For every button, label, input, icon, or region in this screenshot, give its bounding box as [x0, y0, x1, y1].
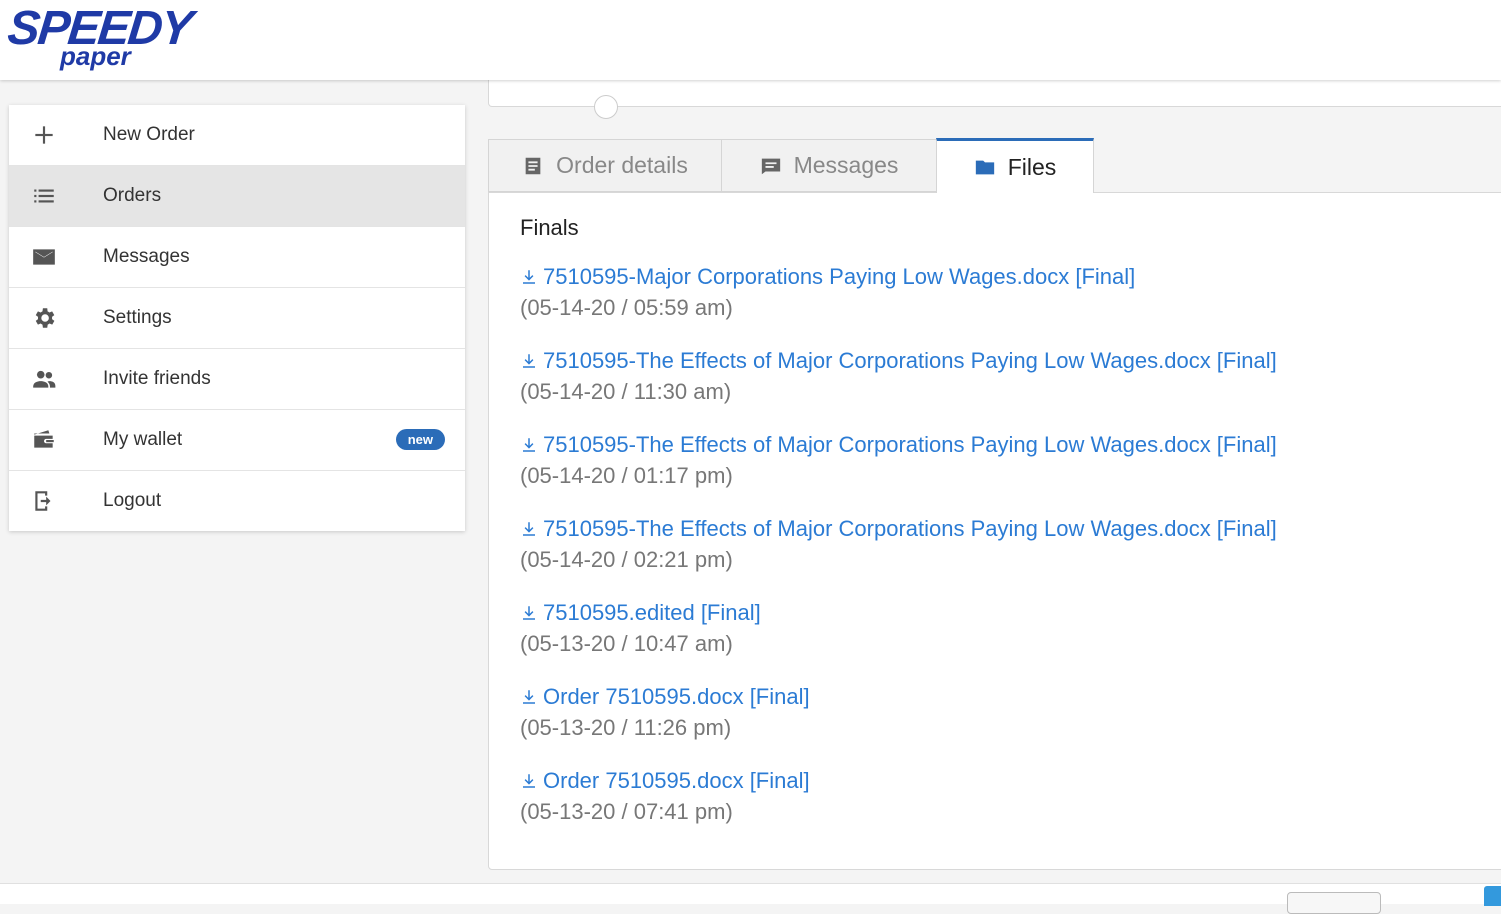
sidebar-item-logout[interactable]: Logout — [9, 471, 465, 531]
tab-label: Messages — [793, 152, 899, 178]
file-date: (05-13-20 / 07:41 pm) — [520, 799, 733, 824]
file-name: 7510595.edited [Final] — [543, 600, 761, 625]
download-icon — [523, 270, 535, 284]
file-name: 7510595-The Effects of Major Corporation… — [543, 348, 1277, 373]
file-date: (05-14-20 / 11:30 am) — [520, 379, 732, 404]
sidebar-item-label: Logout — [103, 490, 162, 511]
file-list: 7510595-Major Corporations Paying Low Wa… — [520, 263, 1480, 851]
sidebar-item-label: Invite friends — [103, 368, 211, 389]
download-icon — [523, 522, 535, 536]
file-download-link[interactable]: Order 7510595.docx [Final] — [520, 683, 1480, 711]
envelope-icon — [9, 244, 79, 270]
download-icon — [523, 606, 535, 620]
file-name: 7510595-The Effects of Major Corporation… — [543, 516, 1277, 541]
file-download-link[interactable]: Order 7510595.docx [Final] — [520, 767, 1480, 795]
folder-icon — [975, 160, 994, 175]
list-item: 7510595-The Effects of Major Corporation… — [520, 347, 1480, 431]
cookie-notice-bar — [0, 883, 1501, 914]
file-date: (05-13-20 / 11:26 pm) — [520, 715, 732, 740]
sidebar-item-settings[interactable]: Settings — [9, 288, 465, 349]
list-item: Order 7510595.docx [Final] (05-13-20 / 1… — [520, 683, 1480, 767]
file-download-link[interactable]: 7510595-Major Corporations Paying Low Wa… — [520, 263, 1480, 291]
new-badge: new — [395, 429, 445, 450]
sidebar-item-my-wallet[interactable]: My wallet new — [9, 410, 465, 471]
sidebar-item-orders[interactable]: Orders — [9, 166, 465, 227]
notice-button[interactable] — [1287, 892, 1381, 914]
speedypaper-logo[interactable]: SPEEDY paper — [5, 2, 213, 71]
sidebar-item-label: My wallet — [103, 429, 183, 450]
tab-messages[interactable]: Messages — [721, 139, 937, 192]
sidebar-item-label: Messages — [103, 246, 190, 267]
document-icon — [525, 157, 541, 174]
sidebar-menu: New Order Orders Messages Settings Invit… — [9, 105, 465, 531]
sidebar-item-new-order[interactable]: New Order — [9, 105, 465, 166]
file-name: Order 7510595.docx [Final] — [543, 768, 810, 793]
sidebar-item-label: New Order — [103, 124, 195, 145]
tab-order-details[interactable]: Order details — [488, 139, 722, 192]
file-name: 7510595-The Effects of Major Corporation… — [543, 432, 1277, 457]
sidebar-item-messages[interactable]: Messages — [9, 227, 465, 288]
tab-label: Order details — [556, 152, 688, 178]
list-icon — [9, 183, 79, 209]
list-item: 7510595-The Effects of Major Corporation… — [520, 515, 1480, 599]
list-item: Order 7510595.docx [Final] (05-13-20 / 0… — [520, 767, 1480, 851]
file-name: 7510595-Major Corporations Paying Low Wa… — [543, 264, 1136, 289]
file-download-link[interactable]: 7510595.edited [Final] — [520, 599, 1480, 627]
download-icon — [523, 438, 535, 452]
sidebar-item-invite-friends[interactable]: Invite friends — [9, 349, 465, 410]
plus-icon — [9, 122, 79, 148]
sidebar-item-label: Settings — [103, 307, 172, 328]
timeline-dot — [594, 95, 618, 119]
gear-icon — [9, 305, 79, 331]
message-icon — [761, 158, 780, 174]
logout-icon — [9, 488, 79, 514]
files-panel: Finals 7510595-Major Corporations Paying… — [488, 192, 1501, 870]
file-date: (05-13-20 / 10:47 am) — [520, 631, 733, 656]
wallet-icon — [9, 427, 79, 453]
header: SPEEDY paper — [0, 0, 1501, 80]
file-download-link[interactable]: 7510595-The Effects of Major Corporation… — [520, 347, 1480, 375]
people-icon — [9, 366, 79, 392]
file-download-link[interactable]: 7510595-The Effects of Major Corporation… — [520, 515, 1480, 543]
list-item: 7510595-Major Corporations Paying Low Wa… — [520, 263, 1480, 347]
download-icon — [523, 690, 535, 704]
file-name: Order 7510595.docx [Final] — [543, 684, 810, 709]
tab-label: Files — [1007, 153, 1057, 180]
download-icon — [523, 354, 535, 368]
sidebar-item-label: Orders — [103, 185, 162, 206]
section-title: Finals — [520, 215, 579, 240]
download-icon — [523, 774, 535, 788]
file-date: (05-14-20 / 02:21 pm) — [520, 547, 733, 572]
file-date: (05-14-20 / 01:17 pm) — [520, 463, 733, 488]
tab-files[interactable]: Files — [936, 138, 1094, 193]
list-item: 7510595.edited [Final] (05-13-20 / 10:47… — [520, 599, 1480, 683]
chat-widget-button[interactable] — [1484, 886, 1501, 906]
logo-sub-text: paper — [60, 41, 131, 71]
file-download-link[interactable]: 7510595-The Effects of Major Corporation… — [520, 431, 1480, 459]
list-item: 7510595-The Effects of Major Corporation… — [520, 431, 1480, 515]
file-date: (05-14-20 / 05:59 am) — [520, 295, 733, 320]
